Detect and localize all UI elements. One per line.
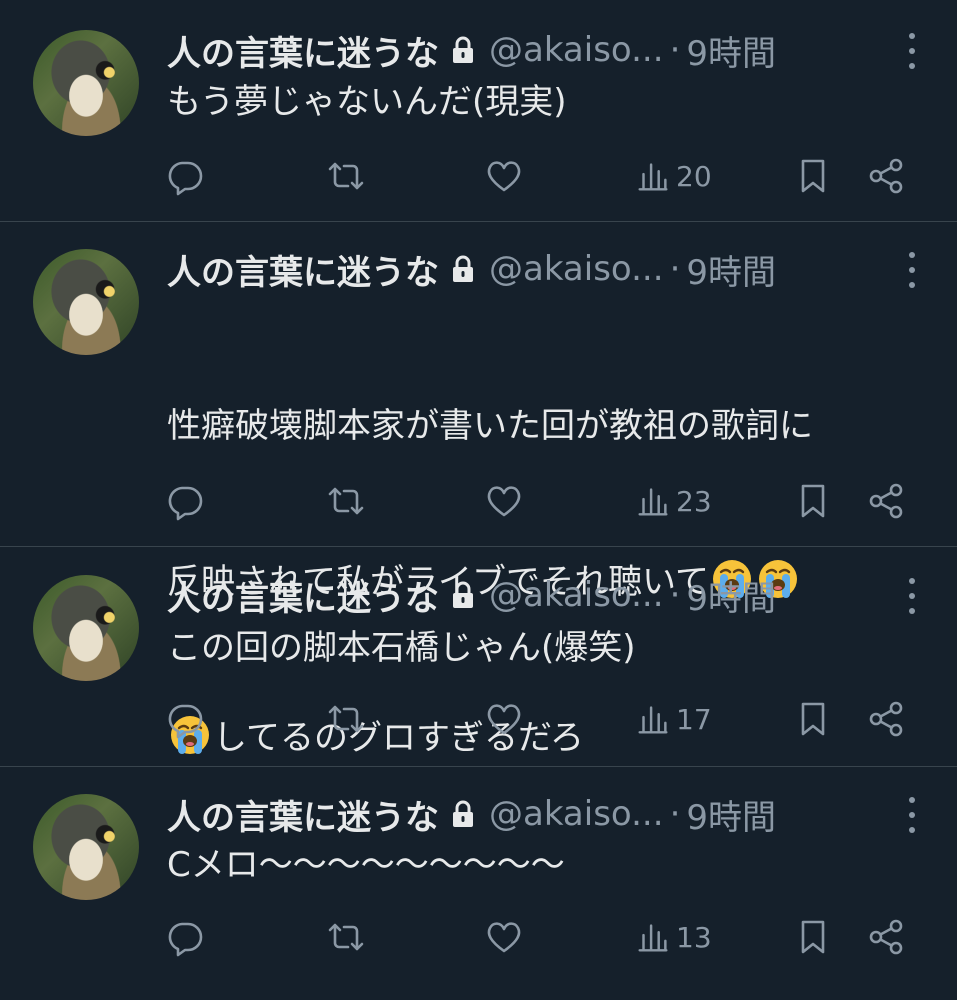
share-icon bbox=[866, 699, 906, 739]
reply-icon bbox=[165, 481, 205, 521]
views-icon bbox=[634, 482, 672, 520]
author-handle[interactable]: @akaiso... bbox=[489, 249, 664, 289]
reply-icon bbox=[165, 156, 205, 196]
retweet-icon bbox=[326, 156, 366, 196]
timestamp[interactable]: 9時間 bbox=[686, 26, 776, 75]
share-button[interactable] bbox=[866, 476, 906, 526]
views-count: 17 bbox=[676, 702, 712, 736]
author-handle[interactable]: @akaiso... bbox=[489, 794, 664, 834]
retweet-icon bbox=[326, 917, 366, 957]
like-button[interactable] bbox=[484, 912, 524, 962]
more-icon[interactable] bbox=[907, 33, 917, 69]
tweet-actions: 20 bbox=[0, 151, 957, 201]
author-handle[interactable]: @akaiso... bbox=[489, 30, 664, 70]
retweet-button[interactable] bbox=[326, 694, 366, 744]
tweet-header: 人の言葉に迷うな @akaiso... · 9時間 bbox=[167, 245, 957, 294]
avatar[interactable] bbox=[33, 575, 139, 681]
like-icon bbox=[484, 481, 524, 521]
views-button[interactable]: 17 bbox=[634, 694, 712, 744]
like-button[interactable] bbox=[484, 694, 524, 744]
reply-icon bbox=[165, 699, 205, 739]
avatar[interactable] bbox=[33, 794, 139, 900]
tweet-text: もう夢じゃないんだ(現実) bbox=[167, 82, 567, 122]
separator: · bbox=[669, 794, 681, 834]
bookmark-button[interactable] bbox=[793, 694, 833, 744]
share-icon bbox=[866, 917, 906, 957]
retweet-button[interactable] bbox=[326, 476, 366, 526]
bookmark-icon bbox=[793, 699, 833, 739]
lock-icon bbox=[451, 35, 475, 65]
bookmark-button[interactable] bbox=[793, 476, 833, 526]
views-icon bbox=[634, 700, 672, 738]
author-name[interactable]: 人の言葉に迷うな bbox=[167, 571, 439, 620]
tweet-actions: 23 bbox=[0, 476, 957, 526]
like-button[interactable] bbox=[484, 151, 524, 201]
reply-button[interactable] bbox=[165, 476, 205, 526]
tweet-text-line: 性癖破壊脚本家が書いた回が教祖の歌詞に bbox=[167, 406, 813, 446]
more-icon[interactable] bbox=[907, 252, 917, 288]
like-icon bbox=[484, 156, 524, 196]
avatar[interactable] bbox=[33, 249, 139, 355]
share-icon bbox=[866, 481, 906, 521]
retweet-button[interactable] bbox=[326, 912, 366, 962]
timestamp[interactable]: 9時間 bbox=[686, 571, 776, 620]
like-button[interactable] bbox=[484, 476, 524, 526]
tweet-text: この回の脚本石橋じゃん(爆笑) bbox=[167, 628, 636, 668]
share-button[interactable] bbox=[866, 151, 906, 201]
share-button[interactable] bbox=[866, 694, 906, 744]
more-icon[interactable] bbox=[907, 578, 917, 614]
tweet-header: 人の言葉に迷うな @akaiso... · 9時間 bbox=[167, 26, 957, 75]
tweet[interactable]: 人の言葉に迷うな @akaiso... · 9時間 Cメロ〜〜〜〜〜〜〜〜〜 1… bbox=[0, 767, 957, 1000]
share-icon bbox=[866, 156, 906, 196]
separator: · bbox=[669, 30, 681, 70]
reply-button[interactable] bbox=[165, 694, 205, 744]
views-icon bbox=[634, 918, 672, 956]
tweet-text: Cメロ〜〜〜〜〜〜〜〜〜 bbox=[167, 845, 565, 885]
bookmark-button[interactable] bbox=[793, 912, 833, 962]
tweet-header: 人の言葉に迷うな @akaiso... · 9時間 bbox=[167, 790, 957, 839]
like-icon bbox=[484, 917, 524, 957]
views-button[interactable]: 23 bbox=[634, 476, 712, 526]
reply-button[interactable] bbox=[165, 151, 205, 201]
reply-button[interactable] bbox=[165, 912, 205, 962]
views-count: 13 bbox=[676, 920, 712, 954]
views-count: 23 bbox=[676, 484, 712, 518]
author-name[interactable]: 人の言葉に迷うな bbox=[167, 245, 439, 294]
views-icon bbox=[634, 157, 672, 195]
separator: · bbox=[669, 249, 681, 289]
views-button[interactable]: 13 bbox=[634, 912, 712, 962]
views-count: 20 bbox=[676, 159, 712, 193]
tweet-actions: 17 bbox=[0, 694, 957, 744]
avatar[interactable] bbox=[33, 30, 139, 136]
author-name[interactable]: 人の言葉に迷うな bbox=[167, 26, 439, 75]
timestamp[interactable]: 9時間 bbox=[686, 790, 776, 839]
lock-icon bbox=[451, 799, 475, 829]
tweet[interactable]: 人の言葉に迷うな @akaiso... · 9時間 性癖破壊脚本家が書いた回が教… bbox=[0, 222, 957, 758]
lock-icon bbox=[451, 254, 475, 284]
lock-icon bbox=[451, 580, 475, 610]
author-name[interactable]: 人の言葉に迷うな bbox=[167, 790, 439, 839]
tweet[interactable]: 人の言葉に迷うな @akaiso... · 9時間 この回の脚本石橋じゃん(爆笑… bbox=[0, 547, 957, 767]
timestamp[interactable]: 9時間 bbox=[686, 245, 776, 294]
retweet-button[interactable] bbox=[326, 151, 366, 201]
more-icon[interactable] bbox=[907, 797, 917, 833]
reply-icon bbox=[165, 917, 205, 957]
bookmark-icon bbox=[793, 917, 833, 957]
tweet-actions: 13 bbox=[0, 912, 957, 962]
like-icon bbox=[484, 699, 524, 739]
tweet[interactable]: 人の言葉に迷うな @akaiso... · 9時間 もう夢じゃないんだ(現実) … bbox=[0, 0, 957, 222]
share-button[interactable] bbox=[866, 912, 906, 962]
bookmark-icon bbox=[793, 156, 833, 196]
author-handle[interactable]: @akaiso... bbox=[489, 575, 664, 615]
bookmark-icon bbox=[793, 481, 833, 521]
retweet-icon bbox=[326, 699, 366, 739]
separator: · bbox=[669, 575, 681, 615]
retweet-icon bbox=[326, 481, 366, 521]
bookmark-button[interactable] bbox=[793, 151, 833, 201]
tweet-header: 人の言葉に迷うな @akaiso... · 9時間 bbox=[167, 571, 957, 620]
views-button[interactable]: 20 bbox=[634, 151, 712, 201]
